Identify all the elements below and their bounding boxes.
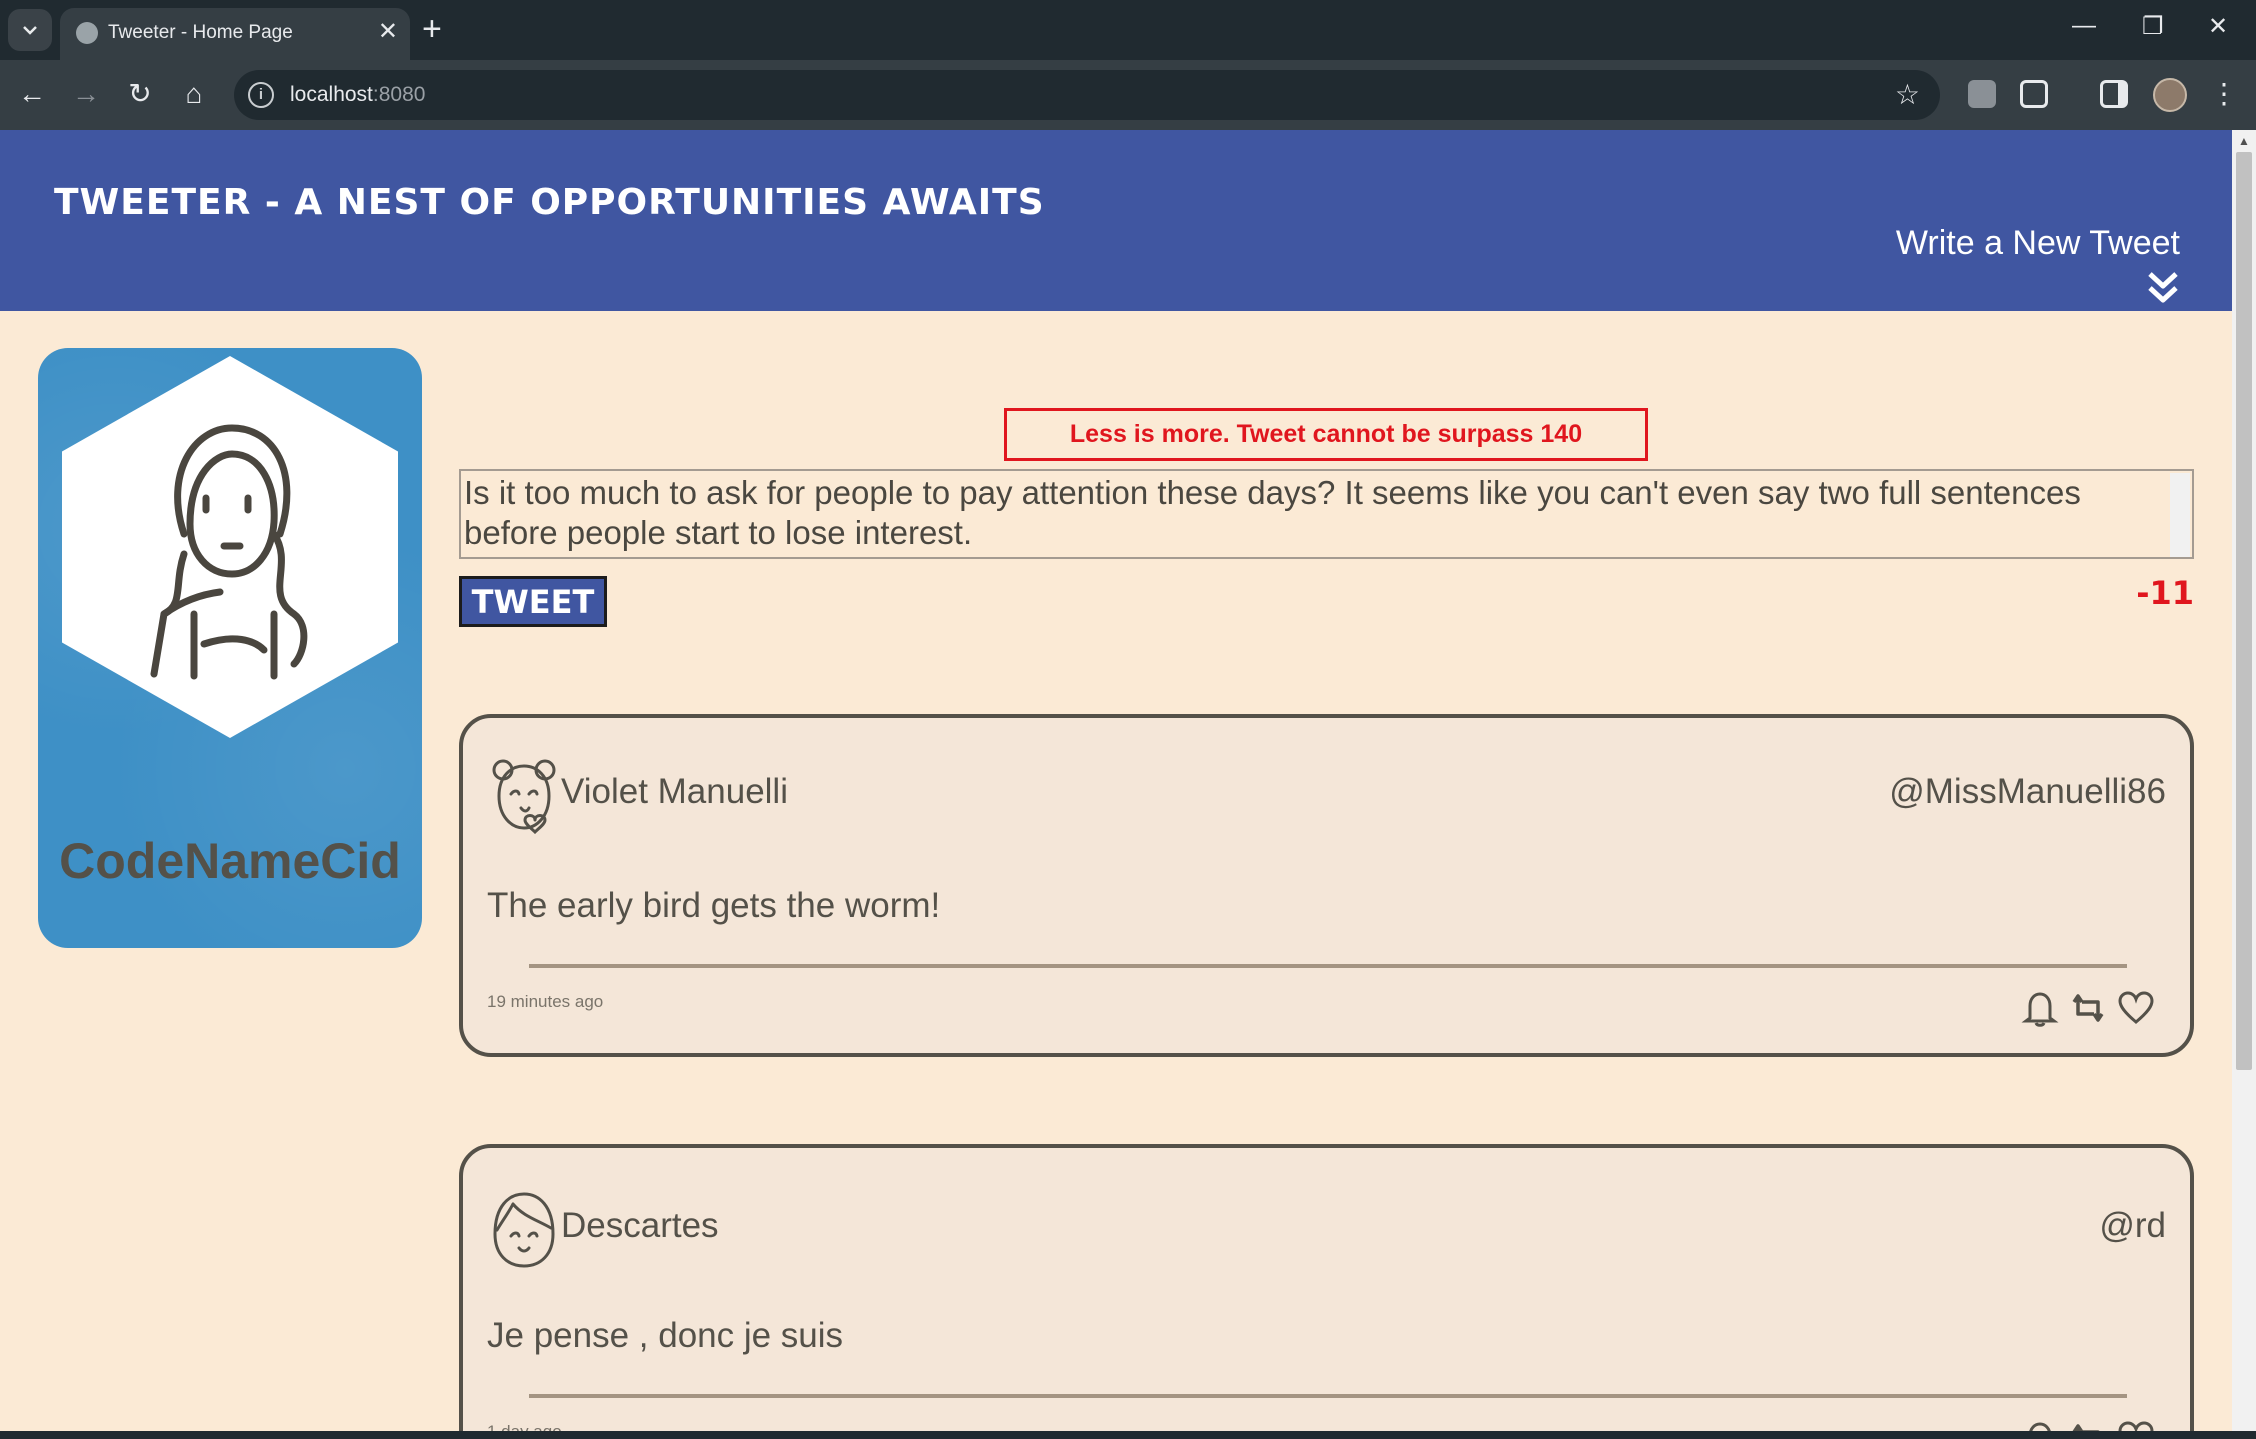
user-avatar-icon [492, 759, 556, 834]
tweet-card: Violet Manuelli @MissManuelli86 The earl… [459, 714, 2194, 1057]
site-title: TWEETER - A NEST OF OPPORTUNITIES AWAITS [54, 182, 1045, 223]
reload-icon[interactable]: ↻ [122, 76, 158, 112]
globe-icon [76, 22, 98, 44]
browser-titlebar: Tweeter - Home Page ✕ + — ❐ ✕ [0, 0, 2256, 60]
profile-avatar-button[interactable] [2153, 78, 2187, 112]
tab-search-button[interactable] [8, 9, 52, 51]
extension-icon[interactable] [1968, 80, 1996, 108]
tab-title: Tweeter - Home Page [108, 22, 293, 43]
forward-arrow-icon[interactable]: → [68, 76, 104, 112]
bell-icon[interactable] [2020, 988, 2060, 1028]
tweet-textarea-text: Is it too much to ask for people to pay … [464, 474, 2081, 551]
tweet-author-name: Descartes [561, 1206, 719, 1245]
puzzle-icon[interactable] [2020, 80, 2048, 108]
minimize-icon[interactable]: — [2072, 12, 2096, 40]
tweet-actions [1986, 988, 2156, 1032]
scrollbar-thumb[interactable] [2236, 152, 2252, 1070]
address-bar[interactable]: i localhost:8080 ☆ [234, 70, 1940, 120]
back-arrow-icon[interactable]: ← [14, 76, 50, 112]
page-scrollbar[interactable]: ▲ [2232, 130, 2256, 1431]
tweet-card: Descartes @rd Je pense , donc je suis 1 … [459, 1144, 2194, 1431]
tweet-textarea[interactable]: Is it too much to ask for people to pay … [459, 469, 2194, 559]
tweet-actions [1986, 1418, 2156, 1431]
window-close-icon[interactable]: ✕ [2208, 12, 2228, 41]
chevron-down-icon [23, 26, 37, 35]
window-bottom-edge [0, 1431, 2256, 1439]
restore-icon[interactable]: ❐ [2142, 12, 2164, 41]
error-message: Less is more. Tweet cannot be surpass 14… [1004, 408, 1648, 495]
tweet-content: Je pense , donc je suis [487, 1316, 844, 1355]
heart-icon[interactable] [2116, 1418, 2156, 1431]
retweet-icon[interactable] [2068, 1418, 2108, 1431]
tweet-timestamp: 1 day ago [487, 1422, 562, 1431]
browser-toolbar: ← → ↻ ⌂ i localhost:8080 ☆ ⋮ [0, 60, 2256, 130]
character-counter: -11 [2136, 574, 2194, 612]
tweet-timestamp: 19 minutes ago [487, 992, 604, 1011]
heart-icon[interactable] [2116, 988, 2156, 1028]
tweet-author-handle: @MissManuelli86 [1889, 772, 2166, 811]
close-icon[interactable]: ✕ [378, 18, 398, 46]
bookmark-star-icon[interactable]: ☆ [1895, 78, 1920, 111]
menu-dots-icon[interactable]: ⋮ [2206, 76, 2242, 112]
tweet-divider [529, 1394, 2127, 1398]
tweet-submit-button[interactable]: TWEET [459, 576, 607, 627]
site-info-icon[interactable]: i [248, 82, 274, 108]
tweet-author-name: Violet Manuelli [561, 772, 788, 811]
user-avatar-icon [150, 424, 308, 680]
double-chevron-down-icon[interactable] [2146, 270, 2180, 306]
profile-username: CodeNameCid [59, 833, 401, 889]
profile-card: CodeNameCid [38, 348, 422, 948]
page-viewport: TWEETER - A NEST OF OPPORTUNITIES AWAITS… [0, 130, 2232, 1431]
retweet-icon[interactable] [2068, 988, 2108, 1028]
tweet-author-handle: @rd [2099, 1206, 2166, 1245]
new-tab-button[interactable]: + [422, 10, 442, 48]
scroll-up-arrow-icon[interactable]: ▲ [2238, 134, 2250, 148]
tweet-content: The early bird gets the worm! [487, 886, 941, 925]
side-panel-icon[interactable] [2100, 80, 2128, 108]
bell-icon[interactable] [2020, 1418, 2060, 1431]
site-header: TWEETER - A NEST OF OPPORTUNITIES AWAITS… [0, 130, 2232, 311]
home-icon[interactable]: ⌂ [176, 76, 212, 112]
tweet-divider [529, 964, 2127, 968]
write-new-tweet-link[interactable]: Write a New Tweet [1896, 224, 2180, 263]
browser-tab[interactable]: Tweeter - Home Page ✕ [60, 8, 410, 60]
textarea-scrollbar[interactable] [2170, 473, 2190, 557]
user-avatar-icon [493, 1192, 555, 1268]
url-text: localhost:8080 [290, 83, 426, 106]
